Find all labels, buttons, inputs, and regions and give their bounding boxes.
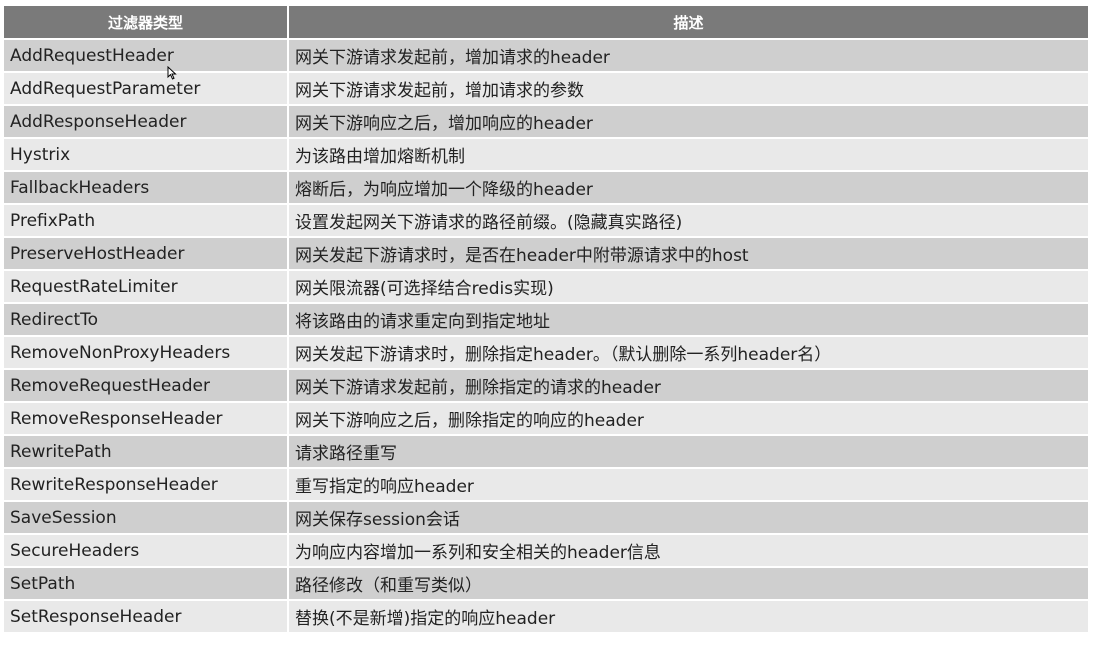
table-row: FallbackHeaders 熔断后，为响应增加一个降级的header bbox=[4, 170, 1088, 204]
filter-type-cell: RewriteResponseHeader bbox=[4, 467, 289, 501]
filter-type-cell: AddRequestHeader bbox=[4, 38, 289, 72]
description-cell: 为该路由增加熔断机制 bbox=[288, 137, 1088, 171]
description-cell: 为响应内容增加一系列和安全相关的header信息 bbox=[288, 533, 1088, 567]
table-row: RequestRateLimiter 网关限流器(可选择结合redis实现) bbox=[4, 269, 1088, 303]
description-cell: 熔断后，为响应增加一个降级的header bbox=[288, 170, 1088, 204]
filter-type-cell: AddResponseHeader bbox=[4, 104, 289, 138]
description-cell: 网关下游请求发起前，增加请求的参数 bbox=[288, 71, 1088, 105]
description-cell: 请求路径重写 bbox=[288, 434, 1088, 468]
filter-type-cell: SetResponseHeader bbox=[4, 599, 289, 632]
description-cell: 将该路由的请求重定向到指定地址 bbox=[288, 302, 1088, 336]
table-body: AddRequestHeader 网关下游请求发起前，增加请求的header Ad… bbox=[4, 38, 1088, 632]
filter-type-cell: SecureHeaders bbox=[4, 533, 289, 567]
description-cell: 网关限流器(可选择结合redis实现) bbox=[288, 269, 1088, 303]
table-row: RewriteResponseHeader 重写指定的响应header bbox=[4, 467, 1088, 501]
filter-type-cell: RedirectTo bbox=[4, 302, 289, 336]
filter-type-cell: RewritePath bbox=[4, 434, 289, 468]
filter-type-cell: Hystrix bbox=[4, 137, 289, 171]
filter-type-cell: RemoveNonProxyHeaders bbox=[4, 335, 289, 369]
description-cell: 网关下游响应之后，增加响应的header bbox=[288, 104, 1088, 138]
table-row: SecureHeaders 为响应内容增加一系列和安全相关的header信息 bbox=[4, 533, 1088, 567]
filter-type-cell: SetPath bbox=[4, 566, 289, 600]
table-row: RedirectTo 将该路由的请求重定向到指定地址 bbox=[4, 302, 1088, 336]
filter-type-cell: RequestRateLimiter bbox=[4, 269, 289, 303]
description-cell: 路径修改（和重写类似） bbox=[288, 566, 1088, 600]
description-cell: 网关下游请求发起前，删除指定的请求的header bbox=[288, 368, 1088, 402]
description-cell: 网关保存session会话 bbox=[288, 500, 1088, 534]
table-row: PreserveHostHeader 网关发起下游请求时，是否在header中附带… bbox=[4, 236, 1088, 270]
header-filter-type: 过滤器类型 bbox=[4, 6, 289, 39]
description-cell: 网关发起下游请求时，删除指定header。（默认删除一系列header名） bbox=[288, 335, 1088, 369]
header-row: 过滤器类型 描述 bbox=[4, 6, 1088, 39]
filter-type-cell: AddRequestParameter bbox=[4, 71, 289, 105]
table-row: RewritePath 请求路径重写 bbox=[4, 434, 1088, 468]
table-row: PrefixPath 设置发起网关下游请求的路径前缀。(隐藏真实路径) bbox=[4, 203, 1088, 237]
description-cell: 替换(不是新增)指定的响应header bbox=[288, 599, 1088, 632]
table-header: 过滤器类型 描述 bbox=[4, 6, 1088, 39]
table-row: Hystrix 为该路由增加熔断机制 bbox=[4, 137, 1088, 171]
table-row: RemoveRequestHeader 网关下游请求发起前，删除指定的请求的hea… bbox=[4, 368, 1088, 402]
description-cell: 网关下游响应之后，删除指定的响应的header bbox=[288, 401, 1088, 435]
table-row: SetPath 路径修改（和重写类似） bbox=[4, 566, 1088, 600]
filter-type-cell: SaveSession bbox=[4, 500, 289, 534]
filter-table: 过滤器类型 描述 AddRequestHeader 网关下游请求发起前，增加请求的… bbox=[4, 6, 1088, 632]
mouse-pointer-icon bbox=[167, 66, 177, 80]
filter-type-cell: RemoveRequestHeader bbox=[4, 368, 289, 402]
filter-type-cell: PreserveHostHeader bbox=[4, 236, 289, 270]
description-cell: 重写指定的响应header bbox=[288, 467, 1088, 501]
filter-table-container: 过滤器类型 描述 AddRequestHeader 网关下游请求发起前，增加请求的… bbox=[4, 6, 1088, 632]
table-row: RemoveResponseHeader 网关下游响应之后，删除指定的响应的hea… bbox=[4, 401, 1088, 435]
table-row: RemoveNonProxyHeaders 网关发起下游请求时，删除指定heade… bbox=[4, 335, 1088, 369]
filter-type-cell: RemoveResponseHeader bbox=[4, 401, 289, 435]
description-cell: 网关发起下游请求时，是否在header中附带源请求中的host bbox=[288, 236, 1088, 270]
table-row: SetResponseHeader 替换(不是新增)指定的响应header bbox=[4, 599, 1088, 632]
description-cell: 网关下游请求发起前，增加请求的header bbox=[288, 38, 1088, 72]
table-row: AddResponseHeader 网关下游响应之后，增加响应的header bbox=[4, 104, 1088, 138]
filter-type-cell: FallbackHeaders bbox=[4, 170, 289, 204]
header-description: 描述 bbox=[288, 6, 1088, 39]
table-row: SaveSession 网关保存session会话 bbox=[4, 500, 1088, 534]
description-cell: 设置发起网关下游请求的路径前缀。(隐藏真实路径) bbox=[288, 203, 1088, 237]
filter-type-cell: PrefixPath bbox=[4, 203, 289, 237]
